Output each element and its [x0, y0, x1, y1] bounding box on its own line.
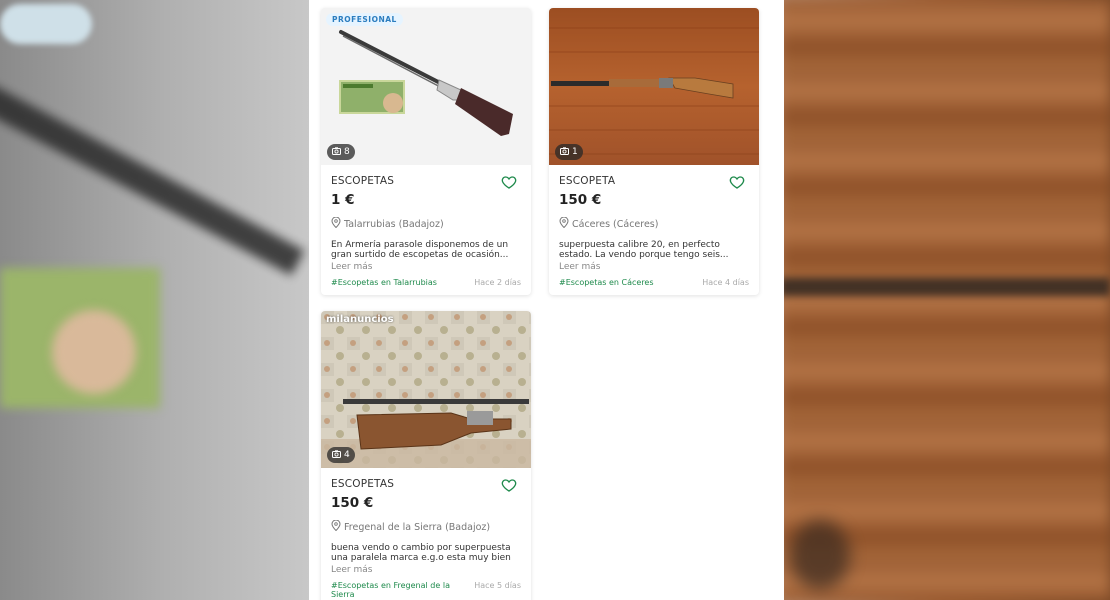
- listing-category: ESCOPETAS: [331, 175, 395, 187]
- photo-count: 4: [327, 447, 355, 463]
- hashtag-link[interactable]: #Escopetas en Fregenal de la Sierra: [331, 581, 461, 599]
- photo-count: 8: [327, 144, 355, 160]
- camera-icon: [332, 449, 341, 461]
- heart-icon[interactable]: [501, 477, 517, 493]
- watermark-logo: milanuncios: [326, 314, 394, 325]
- listing-location: Fregenal de la Sierra (Badajoz): [331, 519, 521, 534]
- listing-location: Talarrubias (Badajoz): [331, 216, 521, 231]
- listing-date: Hace 4 días: [702, 278, 749, 287]
- listing-date: Hace 2 días: [474, 278, 521, 287]
- listing-image[interactable]: 1: [549, 8, 759, 165]
- shotgun-photo: [549, 8, 759, 165]
- listing-description: buena vendo o cambio por superpuesta una…: [331, 543, 511, 563]
- listing-image[interactable]: PROFESIONAL 8: [321, 8, 531, 165]
- listing-info: ESCOPETA 150 € Cáceres (Cáceres) superpu…: [549, 165, 759, 295]
- camera-icon: [560, 146, 569, 158]
- listing-card[interactable]: 1 ESCOPETA 150 € Cáceres (Cáceres) super…: [549, 8, 759, 295]
- listings-panel: PROFESIONAL 8 ESCOPETAS 1 € Talarrubias …: [309, 0, 784, 600]
- listing-date: Hace 5 días: [474, 581, 521, 590]
- photo-count: 1: [555, 144, 583, 160]
- hashtag-link[interactable]: #Escopetas en Cáceres: [559, 278, 654, 287]
- location-pin-icon: [331, 216, 341, 231]
- listing-category: ESCOPETA: [559, 175, 616, 187]
- listing-card[interactable]: PROFESIONAL 8 ESCOPETAS 1 € Talarrubias …: [321, 8, 531, 295]
- listing-image[interactable]: milanuncios 4: [321, 311, 531, 468]
- listing-info: ESCOPETAS 150 € Fregenal de la Sierra (B…: [321, 468, 531, 600]
- heart-icon[interactable]: [501, 174, 517, 190]
- camera-icon: [332, 146, 341, 158]
- listing-footer: #Escopetas en Fregenal de la Sierra Hace…: [331, 581, 521, 599]
- listing-footer: #Escopetas en Talarrubias Hace 2 días: [331, 278, 521, 287]
- shotgun-photo: [321, 311, 531, 468]
- listing-price: 1 €: [331, 192, 355, 208]
- professional-badge: PROFESIONAL: [326, 13, 403, 26]
- hashtag-link[interactable]: #Escopetas en Talarrubias: [331, 278, 437, 287]
- listing-description: En Armería parasole disponemos de un gra…: [331, 240, 509, 260]
- location-pin-icon: [331, 519, 341, 534]
- listing-location: Cáceres (Cáceres): [559, 216, 749, 231]
- heart-icon[interactable]: [729, 174, 745, 190]
- location-pin-icon: [559, 216, 569, 231]
- read-more-link[interactable]: Leer más: [331, 565, 521, 575]
- shotgun-photo: [321, 8, 531, 165]
- listing-description: superpuesta calibre 20, en perfecto esta…: [559, 240, 729, 260]
- listing-footer: #Escopetas en Cáceres Hace 4 días: [559, 278, 749, 287]
- read-more-link[interactable]: Leer más: [331, 262, 521, 272]
- listing-card[interactable]: milanuncios 4 ESCOPETAS 150 € Fregenal d…: [321, 311, 531, 600]
- listing-category: ESCOPETAS: [331, 478, 395, 490]
- read-more-link[interactable]: Leer más: [559, 262, 749, 272]
- listing-info: ESCOPETAS 1 € Talarrubias (Badajoz) En A…: [321, 165, 531, 295]
- listing-price: 150 €: [331, 495, 374, 511]
- listing-price: 150 €: [559, 192, 602, 208]
